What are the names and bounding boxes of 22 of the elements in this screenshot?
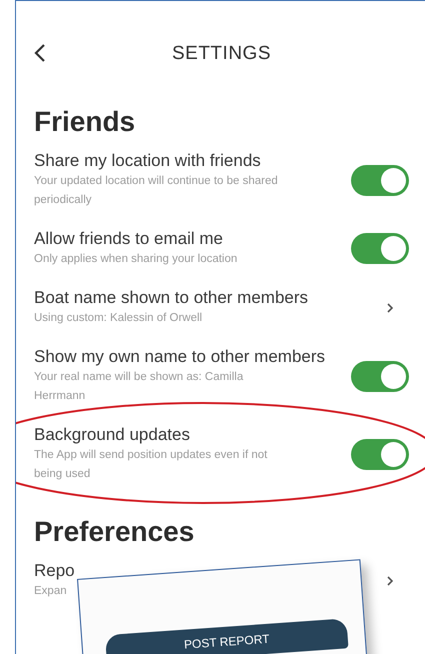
setting-description: Your real name will be shown as: Camilla Herrmann	[34, 370, 244, 404]
chevron-right-icon[interactable]	[385, 574, 395, 588]
setting-title: Share my location with friends	[34, 150, 262, 172]
setting-title: Repo	[34, 560, 76, 582]
setting-title: Allow friends to email me	[34, 228, 224, 250]
setting-title: Show my own name to other members	[34, 346, 326, 368]
toggle-switch[interactable]	[351, 233, 409, 264]
setting-description: Only applies when sharing your location	[34, 252, 238, 267]
setting-description: Your updated location will continue to be shared periodically	[34, 174, 279, 208]
chevron-right-icon[interactable]	[385, 300, 395, 314]
screen-title: SETTINGS	[170, 43, 271, 64]
setting-title: Boat name shown to other members	[34, 287, 310, 309]
toggle-switch[interactable]	[351, 164, 409, 196]
section-heading: Friends	[33, 105, 136, 139]
back-icon[interactable]	[33, 42, 47, 64]
section-heading: Preferences	[33, 515, 196, 549]
toggle-switch[interactable]	[351, 360, 409, 392]
setting-description: The App will send position updates even if not being used	[34, 448, 268, 482]
toggle-switch[interactable]	[351, 438, 409, 470]
setting-description: Using custom: Kalessin of Orwell	[34, 311, 204, 326]
setting-title: Background updates	[34, 424, 191, 446]
setting-description: Expan	[34, 584, 68, 599]
